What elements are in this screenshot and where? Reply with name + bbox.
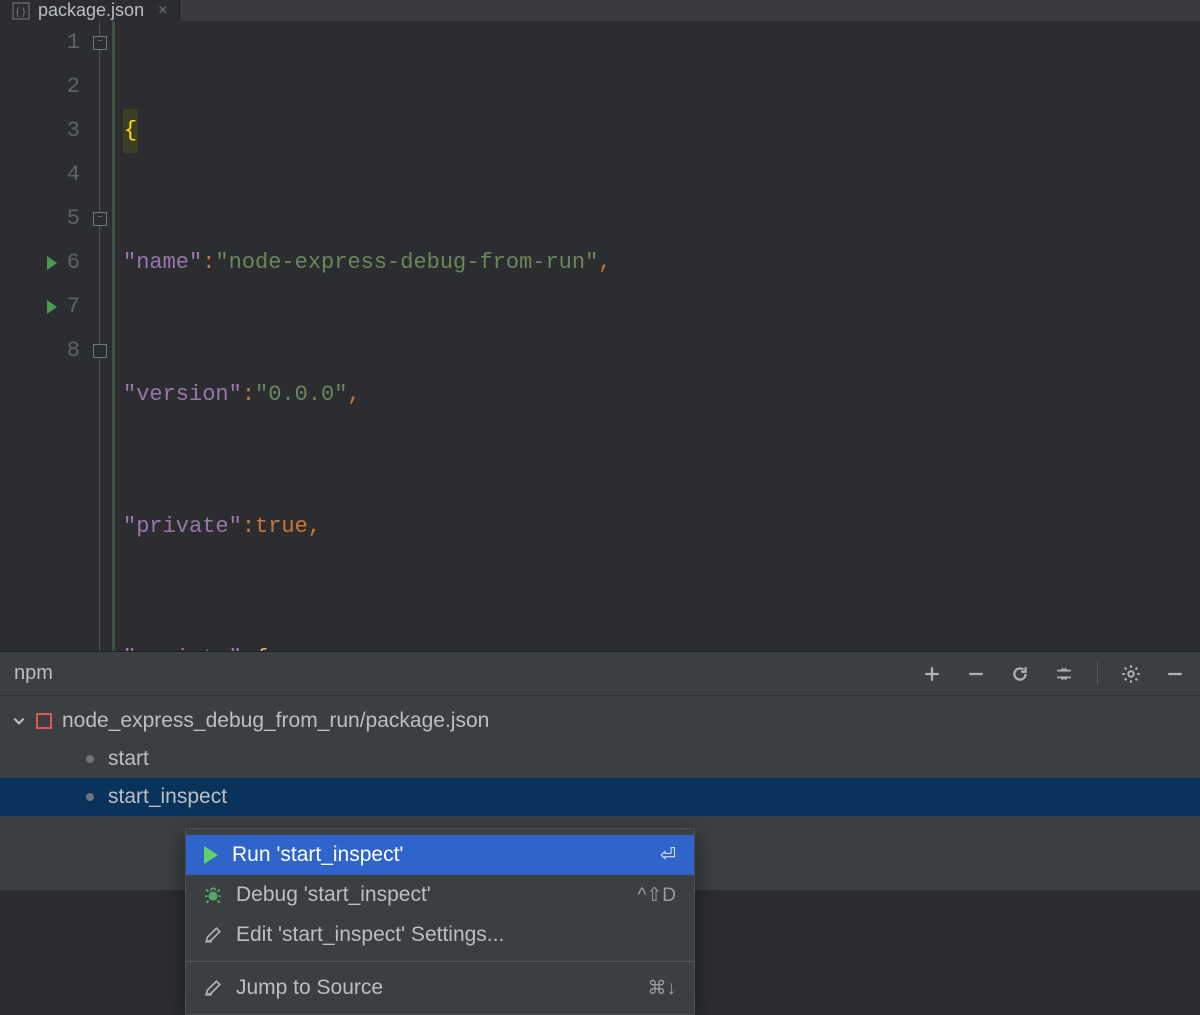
edit-icon xyxy=(204,979,222,997)
close-tab-icon[interactable]: × xyxy=(158,2,167,20)
chevron-down-icon xyxy=(12,714,26,728)
script-label: start xyxy=(108,747,149,771)
fold-column: − − xyxy=(90,21,112,651)
run-icon xyxy=(204,846,218,864)
ctx-shortcut: ⏎ xyxy=(660,844,676,867)
code-area[interactable]: { "name": "node-express-debug-from-run",… xyxy=(112,21,1200,651)
line-number: 8 xyxy=(67,329,80,373)
npm-tool-window: npm node_express_debug_from_run/package.… xyxy=(0,651,1200,890)
refresh-icon[interactable] xyxy=(1009,663,1031,685)
editor-tab-package-json[interactable]: { } package.json × xyxy=(0,0,180,21)
fold-end-icon[interactable] xyxy=(93,344,107,358)
tree-root-package-json[interactable]: node_express_debug_from_run/package.json xyxy=(0,702,1200,740)
gutter-run-icon[interactable] xyxy=(47,300,57,314)
ctx-separator xyxy=(186,961,694,962)
hide-icon[interactable] xyxy=(1164,663,1186,685)
bug-icon xyxy=(204,886,222,904)
svg-text:{ }: { } xyxy=(16,7,26,18)
json-file-icon: { } xyxy=(12,2,30,20)
gutter-run-icon[interactable] xyxy=(47,256,57,270)
add-icon[interactable] xyxy=(921,663,943,685)
ctx-shortcut: ^⇧D xyxy=(637,884,676,907)
ctx-label: Debug 'start_inspect' xyxy=(236,883,431,907)
npm-scripts-tree: node_express_debug_from_run/package.json… xyxy=(0,696,1200,890)
npm-package-icon xyxy=(36,713,52,729)
script-label: start_inspect xyxy=(108,785,227,809)
line-number: 2 xyxy=(67,65,80,109)
json-value: "node-express-debug-from-run" xyxy=(215,241,598,285)
ctx-label: Jump to Source xyxy=(236,976,383,1000)
ctx-shortcut: ⌘↓ xyxy=(648,977,677,1000)
json-value: "0.0.0" xyxy=(255,373,347,417)
toolbar-divider xyxy=(1097,662,1098,686)
line-number: 7 xyxy=(67,285,80,329)
fold-toggle-icon[interactable]: − xyxy=(93,212,107,226)
json-key: "version" xyxy=(123,373,242,417)
code-editor[interactable]: 1 2 3 4 5 6 7 8 − − { "name": "node-expr… xyxy=(0,21,1200,651)
context-menu: Run 'start_inspect' ⏎ Debug 'start_inspe… xyxy=(185,828,695,1015)
line-number: 3 xyxy=(67,109,80,153)
npm-tool-header: npm xyxy=(0,652,1200,696)
json-key: "name" xyxy=(123,241,202,285)
script-item-start-inspect[interactable]: start_inspect xyxy=(0,778,1200,816)
tool-window-title: npm xyxy=(14,662,53,685)
gear-icon[interactable] xyxy=(1120,663,1142,685)
line-number: 1 xyxy=(67,21,80,65)
editor-tab-bar: { } package.json × xyxy=(0,0,1200,21)
line-number: 5 xyxy=(67,197,80,241)
ctx-label: Run 'start_inspect' xyxy=(232,843,403,867)
line-number: 6 xyxy=(67,241,80,285)
ctx-debug-script[interactable]: Debug 'start_inspect' ^⇧D xyxy=(186,875,694,915)
line-number: 4 xyxy=(67,153,80,197)
fold-toggle-icon[interactable]: − xyxy=(93,36,107,50)
script-bullet-icon xyxy=(86,755,94,763)
script-bullet-icon xyxy=(86,793,94,801)
ctx-edit-settings[interactable]: Edit 'start_inspect' Settings... xyxy=(186,915,694,955)
script-item-start[interactable]: start xyxy=(0,740,1200,778)
collapse-icon[interactable] xyxy=(1053,663,1075,685)
ctx-jump-to-source[interactable]: Jump to Source ⌘↓ xyxy=(186,968,694,1008)
remove-icon[interactable] xyxy=(965,663,987,685)
json-key: "private" xyxy=(123,505,242,549)
ctx-run-script[interactable]: Run 'start_inspect' ⏎ xyxy=(186,835,694,875)
tab-filename: package.json xyxy=(38,0,144,21)
line-number-gutter: 1 2 3 4 5 6 7 8 xyxy=(0,21,90,651)
edit-icon xyxy=(204,926,222,944)
json-value: true xyxy=(255,505,308,549)
tree-root-label: node_express_debug_from_run/package.json xyxy=(62,709,489,733)
ctx-label: Edit 'start_inspect' Settings... xyxy=(236,923,504,947)
json-key: "scripts" xyxy=(123,637,242,651)
